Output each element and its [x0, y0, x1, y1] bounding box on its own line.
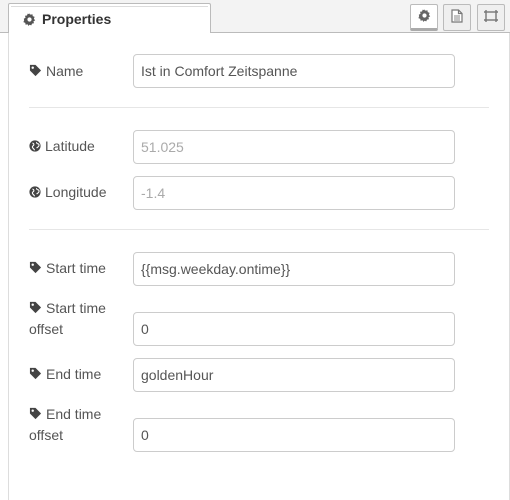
latitude-input[interactable]	[133, 130, 455, 164]
globe-icon	[29, 183, 41, 203]
start-time-label: Start time	[29, 258, 106, 279]
section-divider	[29, 229, 489, 230]
start-time-offset-input[interactable]	[133, 312, 455, 346]
properties-panel: Name Latitude Longitude Start time Start…	[8, 33, 510, 500]
section-divider	[29, 107, 489, 108]
end-time-label: End time	[29, 364, 101, 385]
tag-icon	[29, 405, 42, 425]
name-label: Name	[29, 61, 83, 82]
tab-title: Properties	[42, 11, 112, 27]
description-button[interactable]	[443, 4, 471, 31]
tag-icon	[29, 299, 42, 319]
longitude-input[interactable]	[133, 176, 455, 210]
editor-tab-bar: Properties	[0, 0, 510, 34]
gear-icon	[23, 12, 36, 26]
tab-highlight	[11, 6, 208, 7]
tag-icon	[29, 62, 42, 82]
end-time-input[interactable]	[133, 358, 455, 392]
properties-button[interactable]	[410, 4, 438, 31]
globe-icon	[29, 137, 41, 157]
end-time-offset-label: End time offset	[29, 405, 102, 443]
tag-icon	[29, 259, 42, 279]
tag-icon	[29, 365, 42, 385]
gear-icon	[417, 8, 431, 25]
start-time-input[interactable]	[133, 252, 455, 286]
appearance-button[interactable]	[477, 4, 505, 31]
start-time-offset-label: Start time offset	[29, 299, 106, 337]
frame-icon	[483, 9, 499, 26]
end-time-offset-input[interactable]	[133, 418, 455, 452]
name-input[interactable]	[133, 54, 455, 88]
longitude-label: Longitude	[29, 182, 107, 203]
latitude-label: Latitude	[29, 136, 95, 157]
document-icon	[451, 9, 463, 26]
tab-properties[interactable]: Properties	[8, 3, 211, 34]
